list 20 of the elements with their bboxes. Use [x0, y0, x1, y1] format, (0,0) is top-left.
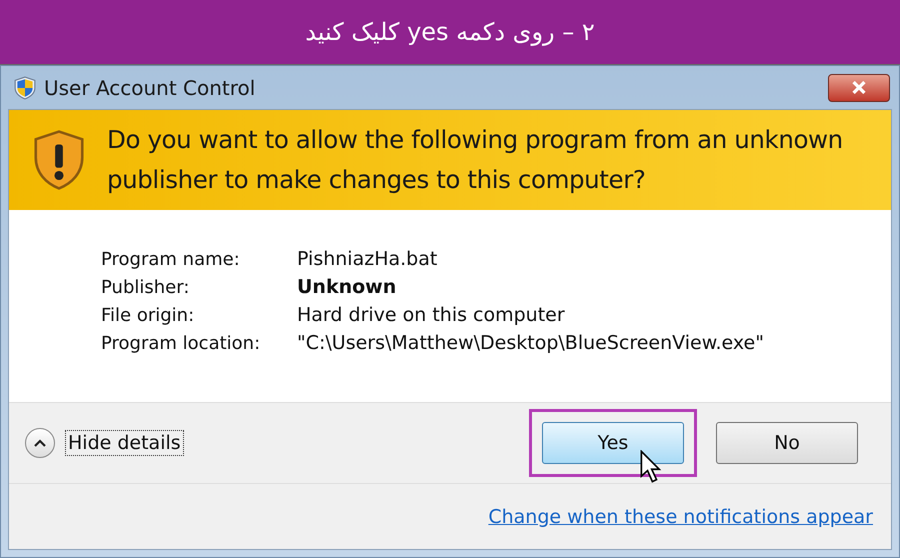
question-text: Do you want to allow the following program from an unknown publisher to make changes to this computer? [107, 124, 844, 196]
cursor-icon [640, 450, 662, 483]
detail-value: PishniazHa.bat [297, 248, 438, 270]
close-button[interactable] [828, 74, 890, 102]
warning-shield-icon [33, 129, 85, 191]
hide-details-button[interactable]: Hide details [65, 430, 184, 456]
detail-label: Publisher: [101, 277, 190, 298]
dialog-button[interactable]: No [716, 422, 858, 464]
detail-value: Hard drive on this computer [297, 304, 566, 326]
detail-label: File origin: [101, 305, 196, 326]
close-icon [850, 81, 868, 94]
dialog-button[interactable]: Yes [542, 422, 684, 464]
window-title: User Account Control [44, 76, 256, 100]
instruction-text: ۲ – روی دکمه yes کلیک کنید [305, 18, 595, 46]
detail-value: Unknown [297, 276, 398, 298]
detail-value: "C:\Users\Matthew\Desktop\BlueScreenView.exe" [297, 332, 765, 354]
notifications-link[interactable]: Change when these notifications appear [488, 506, 873, 528]
detail-label: Program name: [101, 249, 241, 270]
shield-icon [14, 76, 36, 100]
detail-label: Program location: [101, 333, 262, 354]
